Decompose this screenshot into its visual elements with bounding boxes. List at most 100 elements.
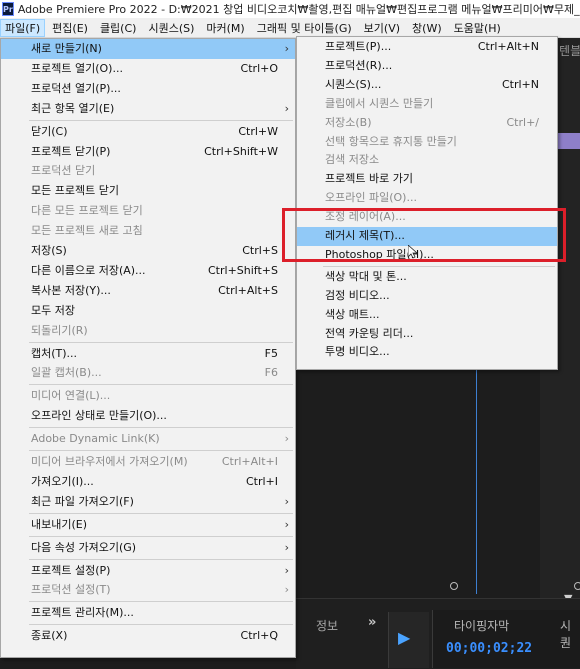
file-menu-item-3[interactable]: 최근 항목 열기(E) › <box>1 99 295 119</box>
file-menu-item-shortcut: Ctrl+O <box>240 61 278 75</box>
new-submenu-item-0[interactable]: 프로젝트(P)... Ctrl+Alt+N <box>297 38 557 57</box>
file-menu-separator <box>29 624 293 626</box>
file-menu-item-label: 프로덕션 설정(T) <box>31 583 111 597</box>
new-submenu-item-6: 검색 저장소 <box>297 151 557 170</box>
new-submenu-item-15[interactable]: 색상 매트... <box>297 306 557 325</box>
file-menu-item-label: 최근 파일 가져오기(F) <box>31 494 134 508</box>
file-menu-item-25: 미디어 브라우저에서 가져오기(M) Ctrl+Alt+I <box>1 452 295 472</box>
file-menu-item-14[interactable]: 모두 저장 <box>1 301 295 321</box>
file-menu-item-label: 다른 모든 프로젝트 닫기 <box>31 204 143 218</box>
menubar-item-8[interactable]: 도움말(H) <box>449 19 506 37</box>
file-menu-item-label: 미디어 연결(L)... <box>31 389 111 403</box>
new-submenu-item-2[interactable]: 시퀀스(S)... Ctrl+N <box>297 76 557 95</box>
file-menu-item-label: 닫기(C) <box>31 124 68 138</box>
file-menu-item-label: 모든 프로젝트 새로 고침 <box>31 224 143 238</box>
file-menu-item-label: 되돌리기(R) <box>31 323 88 337</box>
file-menu-item-label: 복사본 저장(Y)... <box>31 283 111 297</box>
file-menu-separator <box>29 535 293 537</box>
file-menu-item-38[interactable]: 종료(X) Ctrl+Q <box>1 626 295 646</box>
file-menu-item-label: Adobe Dynamic Link(K) <box>31 432 160 446</box>
timecode-display[interactable]: 00;00;02;22 <box>446 641 532 656</box>
file-menu-separator <box>29 601 293 603</box>
menubar-item-3[interactable]: 시퀀스(S) <box>143 19 199 37</box>
submenu-arrow-icon: › <box>284 42 289 55</box>
file-menu-item-21[interactable]: 오프라인 상태로 만들기(O)... <box>1 406 295 426</box>
tab-info[interactable]: 정보 <box>316 617 338 634</box>
file-menu-item-2[interactable]: 프로덕션 열기(P)... <box>1 79 295 99</box>
submenu-arrow-icon: › <box>284 494 289 508</box>
window-title: Adobe Premiere Pro 2022 - D:₩2021 창업 비디오… <box>17 3 580 16</box>
menubar-item-2[interactable]: 클립(C) <box>95 19 142 37</box>
file-menu-separator <box>29 427 293 429</box>
scroll-handle-left[interactable] <box>450 582 458 590</box>
premiere-logo-icon: Pr <box>2 2 14 16</box>
file-menu-item-29[interactable]: 내보내기(E) › <box>1 515 295 535</box>
menubar-item-4[interactable]: 마커(M) <box>201 19 249 37</box>
file-menu-item-label: 미디어 브라우저에서 가져오기(M) <box>31 455 188 468</box>
file-menu-item-33[interactable]: 프로젝트 설정(P) › <box>1 561 295 581</box>
file-menu-separator <box>29 558 293 560</box>
mouse-cursor-icon <box>408 245 418 259</box>
new-submenu-separator <box>323 265 555 267</box>
menu-bar: 파일(F) 편집(E) 클립(C) 시퀀스(S) 마커(M) 그래픽 및 타이틀(G) 보기… <box>0 18 580 38</box>
file-menu-item-36[interactable]: 프로젝트 관리자(M)... <box>1 603 295 623</box>
file-menu-item-11[interactable]: 저장(S) Ctrl+S <box>1 241 295 261</box>
file-menu-separator <box>29 119 293 121</box>
menubar-item-0[interactable]: 파일(F) <box>0 18 46 37</box>
new-submenu-item-7[interactable]: 프로젝트 바로 가기 <box>297 170 557 189</box>
menubar-item-7[interactable]: 창(W) <box>407 19 447 37</box>
submenu-arrow-icon: › <box>284 540 289 554</box>
new-submenu-item-label: 색상 매트... <box>325 307 380 321</box>
file-menu-item-0[interactable]: 새로 만들기(N) › <box>1 39 295 59</box>
file-menu-item-17[interactable]: 캡처(T)... F5 <box>1 344 295 364</box>
file-menu-item-26[interactable]: 가져오기(I)... Ctrl+I <box>1 472 295 492</box>
submenu-arrow-icon: › <box>284 583 289 597</box>
file-menu-item-13[interactable]: 복사본 저장(Y)... Ctrl+Alt+S <box>1 281 295 301</box>
file-menu-item-label: 프로젝트 열기(O)... <box>31 61 123 75</box>
file-menu-item-shortcut: Ctrl+Shift+W <box>204 144 278 158</box>
file-menu-item-18: 일괄 캡처(B)... F6 <box>1 363 295 383</box>
new-submenu-item-label: 투명 비디오... <box>325 345 390 359</box>
tab-timeline-sequence-2[interactable]: 시퀀 <box>560 617 580 651</box>
menubar-item-6[interactable]: 보기(V) <box>359 19 405 37</box>
new-submenu-item-17[interactable]: 투명 비디오... <box>297 343 557 362</box>
file-menu-item-6[interactable]: 프로젝트 닫기(P) Ctrl+Shift+W <box>1 142 295 162</box>
new-submenu-item-label: 프로젝트(P)... <box>325 40 392 53</box>
new-submenu-item-13[interactable]: 색상 막대 및 톤... <box>297 268 557 287</box>
file-menu-item-8[interactable]: 모든 프로젝트 닫기 <box>1 181 295 201</box>
new-submenu-item-label: 선택 항목으로 휴지통 만들기 <box>325 134 457 148</box>
new-submenu-item-label: 색상 막대 및 톤... <box>325 269 407 283</box>
file-menu-item-label: 프로젝트 닫기(P) <box>31 144 111 158</box>
submenu-arrow-icon: › <box>284 517 289 531</box>
file-menu-item-shortcut: Ctrl+Q <box>240 629 278 643</box>
file-menu-item-1[interactable]: 프로젝트 열기(O)... Ctrl+O <box>1 59 295 79</box>
new-submenu-item-label: 오프라인 파일(O)... <box>325 191 417 205</box>
new-submenu-item-label: 클립에서 시퀀스 만들기 <box>325 96 434 110</box>
file-menu-separator <box>29 512 293 514</box>
panel-overflow-icon[interactable]: » <box>368 615 376 630</box>
selection-tool-icon[interactable]: ▶ <box>398 628 410 647</box>
file-menu-item-12[interactable]: 다른 이름으로 저장(A)... Ctrl+Shift+S <box>1 261 295 281</box>
title-bar: Pr Adobe Premiere Pro 2022 - D:₩2021 창업 … <box>0 0 580 18</box>
menubar-item-1[interactable]: 편집(E) <box>47 19 93 37</box>
file-menu-item-shortcut: Ctrl+Shift+S <box>208 263 278 277</box>
new-submenu-item-3: 클립에서 시퀀스 만들기 <box>297 95 557 114</box>
new-submenu-item-14[interactable]: 검정 비디오... <box>297 287 557 306</box>
new-submenu-item-label: 프로젝트 바로 가기 <box>325 172 413 186</box>
new-submenu-item-16[interactable]: 전역 카운팅 리더... <box>297 325 557 344</box>
file-menu-item-label: 새로 만들기(N) <box>31 42 102 55</box>
file-menu-item-31[interactable]: 다음 속성 가져오기(G) › <box>1 538 295 558</box>
file-menu-item-label: 프로젝트 관리자(M)... <box>31 606 134 620</box>
file-menu-item-label: 캡처(T)... <box>31 346 78 360</box>
file-menu-item-5[interactable]: 닫기(C) Ctrl+W <box>1 122 295 142</box>
menubar-item-5[interactable]: 그래픽 및 타이틀(G) <box>252 19 357 37</box>
file-menu: 새로 만들기(N) › 프로젝트 열기(O)... Ctrl+O 프로덕션 열기(P).… <box>0 38 296 658</box>
file-menu-item-23: Adobe Dynamic Link(K) › <box>1 429 295 449</box>
file-menu-separator <box>29 450 293 451</box>
tab-timeline-sequence[interactable]: 타이핑자막 <box>454 617 509 634</box>
new-submenu-item-label: 검색 저장소 <box>325 153 380 167</box>
annotation-highlight-box <box>282 208 566 262</box>
scroll-handle-right[interactable] <box>574 582 580 590</box>
file-menu-item-27[interactable]: 최근 파일 가져오기(F) › <box>1 492 295 512</box>
new-submenu-item-1[interactable]: 프로덕션(R)... <box>297 57 557 76</box>
